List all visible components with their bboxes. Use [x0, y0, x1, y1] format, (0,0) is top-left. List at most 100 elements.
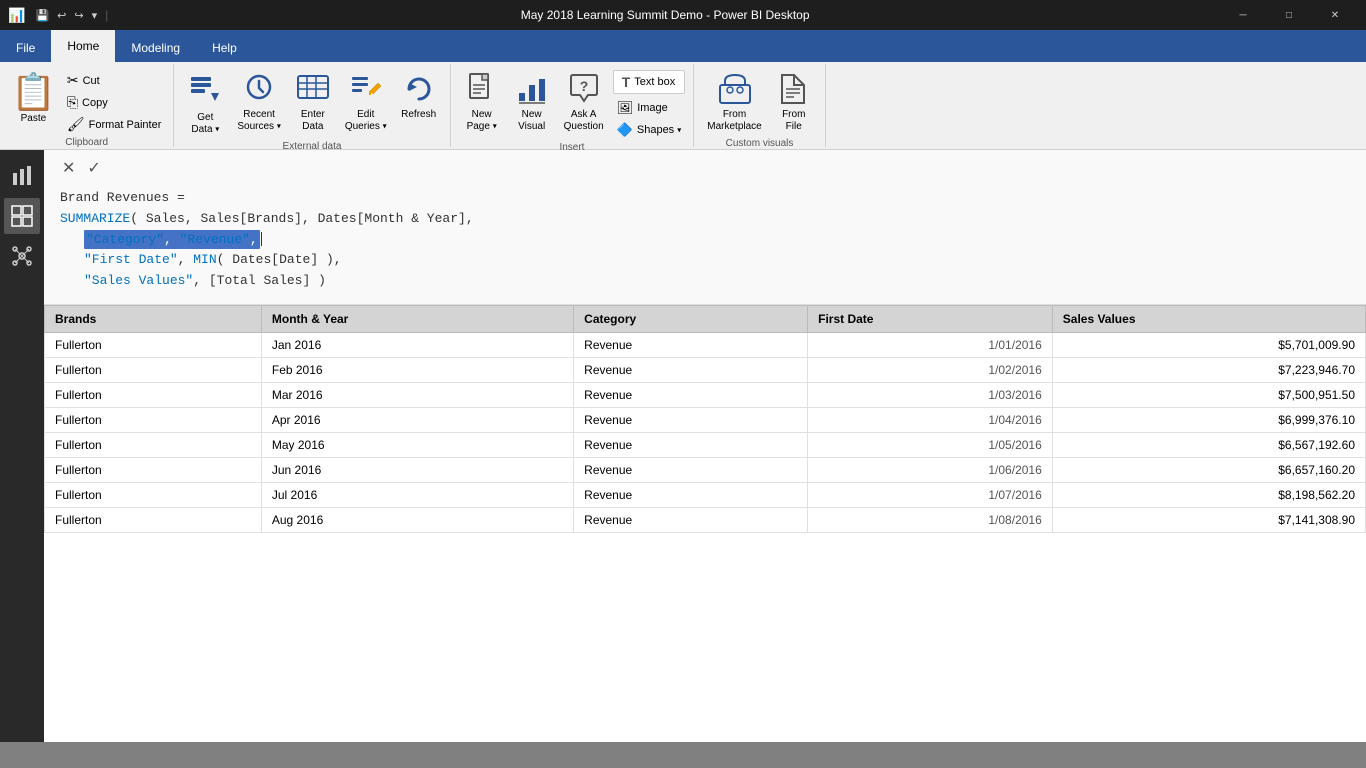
- minimize-button[interactable]: ─: [1220, 0, 1266, 30]
- formula-cancel-button[interactable]: ✕: [60, 158, 77, 178]
- cut-label: Cut: [83, 75, 100, 87]
- enter-data-button[interactable]: EnterData: [290, 68, 336, 136]
- new-visual-icon: [514, 71, 550, 107]
- cell-month: May 2016: [261, 432, 573, 457]
- table-header-row: Brands Month & Year Category First Date …: [45, 305, 1366, 332]
- cell-sales: $7,223,946.70: [1052, 357, 1365, 382]
- col-brands: Brands: [45, 305, 262, 332]
- shapes-button[interactable]: 🔷 Shapes ▾: [613, 120, 686, 140]
- cell-month: Mar 2016: [261, 382, 573, 407]
- recent-sources-icon: [241, 71, 277, 107]
- ask-question-label: Ask AQuestion: [564, 109, 604, 133]
- format-painter-button[interactable]: 🖌 Format Painter: [63, 114, 166, 135]
- formula-line-title: Brand Revenues =: [60, 188, 1350, 209]
- table-row: Fullerton Jun 2016 Revenue 1/06/2016 $6,…: [45, 457, 1366, 482]
- image-button[interactable]: 🖼 Image: [613, 98, 686, 118]
- sidebar: [0, 150, 44, 742]
- cell-category: Revenue: [574, 357, 808, 382]
- refresh-icon: [401, 71, 437, 107]
- image-icon: 🖼: [617, 100, 634, 116]
- sidebar-data-button[interactable]: [4, 198, 40, 234]
- cell-brand: Fullerton: [45, 457, 262, 482]
- edit-queries-icon: [348, 71, 384, 107]
- table-row: Fullerton Mar 2016 Revenue 1/03/2016 $7,…: [45, 382, 1366, 407]
- copy-button[interactable]: ⎘ Copy: [63, 92, 166, 113]
- insert-group-label: Insert: [459, 140, 686, 155]
- tab-home[interactable]: Home: [51, 30, 115, 62]
- cell-month: Jun 2016: [261, 457, 573, 482]
- textbox-button[interactable]: T Text box: [613, 70, 686, 94]
- cut-icon: ✂: [67, 72, 79, 89]
- cell-date: 1/06/2016: [808, 457, 1053, 482]
- ribbon-tabs: File Home Modeling Help: [0, 30, 1366, 62]
- new-visual-button[interactable]: NewVisual: [509, 68, 555, 136]
- app-icon: 📊: [8, 7, 25, 24]
- cell-brand: Fullerton: [45, 407, 262, 432]
- table-row: Fullerton Jan 2016 Revenue 1/01/2016 $5,…: [45, 332, 1366, 357]
- shapes-icon: 🔷: [617, 122, 633, 138]
- recent-sources-button[interactable]: RecentSources ▾: [232, 68, 285, 136]
- formula-bar: ✕ ✓ Brand Revenues = SUMMARIZE( Sales, S…: [44, 150, 1366, 305]
- cell-category: Revenue: [574, 332, 808, 357]
- cell-month: Apr 2016: [261, 407, 573, 432]
- new-visual-label: NewVisual: [518, 109, 545, 133]
- shapes-label: Shapes ▾: [637, 124, 681, 136]
- tab-modeling[interactable]: Modeling: [115, 34, 196, 62]
- sidebar-report-button[interactable]: [4, 158, 40, 194]
- cell-category: Revenue: [574, 482, 808, 507]
- refresh-button[interactable]: Refresh: [396, 68, 442, 124]
- cell-month: Aug 2016: [261, 507, 573, 532]
- cell-category: Revenue: [574, 457, 808, 482]
- cell-month: Jan 2016: [261, 332, 573, 357]
- formula-code[interactable]: Brand Revenues = SUMMARIZE( Sales, Sales…: [60, 184, 1350, 296]
- formula-line-4: "Sales Values", [Total Sales] ): [84, 271, 1350, 292]
- report-icon: [11, 165, 33, 187]
- cell-brand: Fullerton: [45, 382, 262, 407]
- cell-sales: $7,141,308.90: [1052, 507, 1365, 532]
- cell-brand: Fullerton: [45, 507, 262, 532]
- ribbon: 📋 Paste ✂ Cut ⎘ Copy 🖌 Format Painter: [0, 62, 1366, 150]
- paste-label: Paste: [21, 113, 47, 124]
- formula-confirm-button[interactable]: ✓: [85, 158, 102, 178]
- ribbon-group-external-data: GetData ▾ RecentSources ▾ EnterData: [174, 64, 450, 147]
- new-page-button[interactable]: NewPage ▾: [459, 68, 505, 136]
- quick-access-toolbar[interactable]: 💾 ↩ ↪ ▾ |: [33, 8, 110, 22]
- format-painter-icon: 🖌: [67, 116, 85, 133]
- cut-button[interactable]: ✂ Cut: [63, 70, 166, 91]
- redo-button[interactable]: ↪: [72, 9, 85, 22]
- from-file-button[interactable]: FromFile: [771, 68, 817, 136]
- window-controls[interactable]: ─ □ ✕: [1220, 0, 1358, 30]
- cell-date: 1/04/2016: [808, 407, 1053, 432]
- table-row: Fullerton Feb 2016 Revenue 1/02/2016 $7,…: [45, 357, 1366, 382]
- paste-button[interactable]: 📋 Paste: [8, 68, 59, 127]
- cell-sales: $5,701,009.90: [1052, 332, 1365, 357]
- model-icon: [11, 245, 33, 267]
- ribbon-group-insert: NewPage ▾ NewVisual ? Ask AQuestion: [451, 64, 695, 147]
- content-area: ✕ ✓ Brand Revenues = SUMMARIZE( Sales, S…: [44, 150, 1366, 742]
- copy-label: Copy: [82, 97, 108, 109]
- undo-button[interactable]: ↩: [55, 9, 68, 22]
- close-button[interactable]: ✕: [1312, 0, 1358, 30]
- tab-file[interactable]: File: [0, 34, 51, 62]
- table-row: Fullerton Jul 2016 Revenue 1/07/2016 $8,…: [45, 482, 1366, 507]
- data-icon: [11, 205, 33, 227]
- cell-category: Revenue: [574, 382, 808, 407]
- ask-question-button[interactable]: ? Ask AQuestion: [559, 68, 609, 136]
- formula-line-3: "First Date", MIN( Dates[Date] ),: [84, 250, 1350, 271]
- tab-help[interactable]: Help: [196, 34, 253, 62]
- enter-data-icon: [295, 71, 331, 107]
- customize-button[interactable]: ▾: [90, 9, 100, 22]
- from-marketplace-button[interactable]: FromMarketplace: [702, 68, 766, 136]
- refresh-label: Refresh: [401, 109, 436, 121]
- cell-category: Revenue: [574, 432, 808, 457]
- textbox-label: Text box: [634, 76, 675, 88]
- table-container[interactable]: Brands Month & Year Category First Date …: [44, 305, 1366, 742]
- custom-visuals-group-label: Custom visuals: [702, 136, 816, 151]
- maximize-button[interactable]: □: [1266, 0, 1312, 30]
- edit-queries-button[interactable]: EditQueries ▾: [340, 68, 392, 136]
- sidebar-model-button[interactable]: [4, 238, 40, 274]
- paste-icon: 📋: [11, 71, 56, 113]
- save-button[interactable]: 💾: [33, 9, 51, 22]
- get-data-button[interactable]: GetData ▾: [182, 68, 228, 139]
- title-bar: 📊 💾 ↩ ↪ ▾ | May 2018 Learning Summit Dem…: [0, 0, 1366, 30]
